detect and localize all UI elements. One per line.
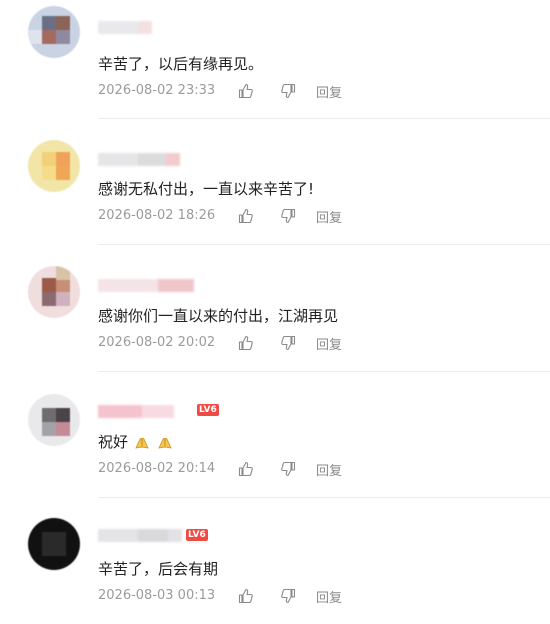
avatar[interactable] [28, 394, 80, 446]
comment-text: 祝好 [98, 431, 174, 452]
username[interactable] [98, 528, 182, 542]
comment-text: 辛苦了，后会有期 [98, 560, 219, 578]
dislike-button[interactable] [280, 587, 296, 605]
dislike-button[interactable] [280, 82, 296, 100]
thumbs-down-icon [281, 588, 296, 604]
thumbs-down-icon [281, 461, 296, 477]
level-badge: LV6 [186, 529, 208, 541]
like-button[interactable] [238, 82, 254, 100]
comment-text-content: 祝好 [98, 433, 129, 451]
like-button[interactable] [238, 460, 254, 478]
like-button[interactable] [238, 207, 254, 225]
reply-button[interactable]: 回复 [316, 587, 342, 606]
like-button[interactable] [238, 334, 254, 352]
comment-time: 2026-08-02 20:14 [98, 461, 216, 476]
reply-button[interactable]: 回复 [316, 82, 342, 101]
divider [98, 371, 550, 372]
comment-time: 2026-08-03 00:13 [98, 588, 216, 603]
thumbs-down-icon [281, 83, 296, 99]
divider [98, 497, 550, 498]
thumbs-up-icon [238, 83, 253, 99]
folded-hands-emoji [157, 437, 172, 449]
folded-hands-emoji [135, 437, 149, 449]
like-button[interactable] [238, 587, 254, 605]
avatar[interactable] [28, 6, 80, 58]
thumbs-up-icon [238, 588, 253, 604]
comment-time: 2026-08-02 23:33 [98, 83, 216, 98]
thumbs-up-icon [238, 208, 253, 224]
thumbs-up-icon [238, 335, 253, 351]
username[interactable] [98, 404, 174, 418]
avatar[interactable] [28, 266, 80, 318]
avatar[interactable] [28, 140, 80, 192]
thumbs-up-icon [238, 461, 253, 477]
comment-time: 2026-08-02 20:02 [98, 335, 216, 350]
reply-button[interactable]: 回复 [316, 334, 342, 353]
reply-button[interactable]: 回复 [316, 460, 342, 479]
reply-button[interactable]: 回复 [316, 207, 342, 226]
dislike-button[interactable] [280, 334, 296, 352]
username[interactable] [98, 152, 180, 166]
dislike-button[interactable] [280, 460, 296, 478]
divider [98, 118, 550, 119]
username[interactable] [98, 278, 194, 292]
thumbs-down-icon [281, 208, 296, 224]
level-badge: LV6 [197, 404, 219, 416]
thumbs-down-icon [281, 335, 296, 351]
divider [98, 244, 550, 245]
dislike-button[interactable] [280, 207, 296, 225]
comment-text: 感谢无私付出，一直以来辛苦了! [98, 180, 315, 198]
comment-time: 2026-08-02 18:26 [98, 208, 216, 223]
comment-text: 感谢你们一直以来的付出，江湖再见 [98, 307, 339, 325]
avatar[interactable] [28, 518, 80, 570]
username[interactable] [98, 20, 152, 34]
comment-text: 辛苦了，以后有缘再见。 [98, 55, 264, 73]
